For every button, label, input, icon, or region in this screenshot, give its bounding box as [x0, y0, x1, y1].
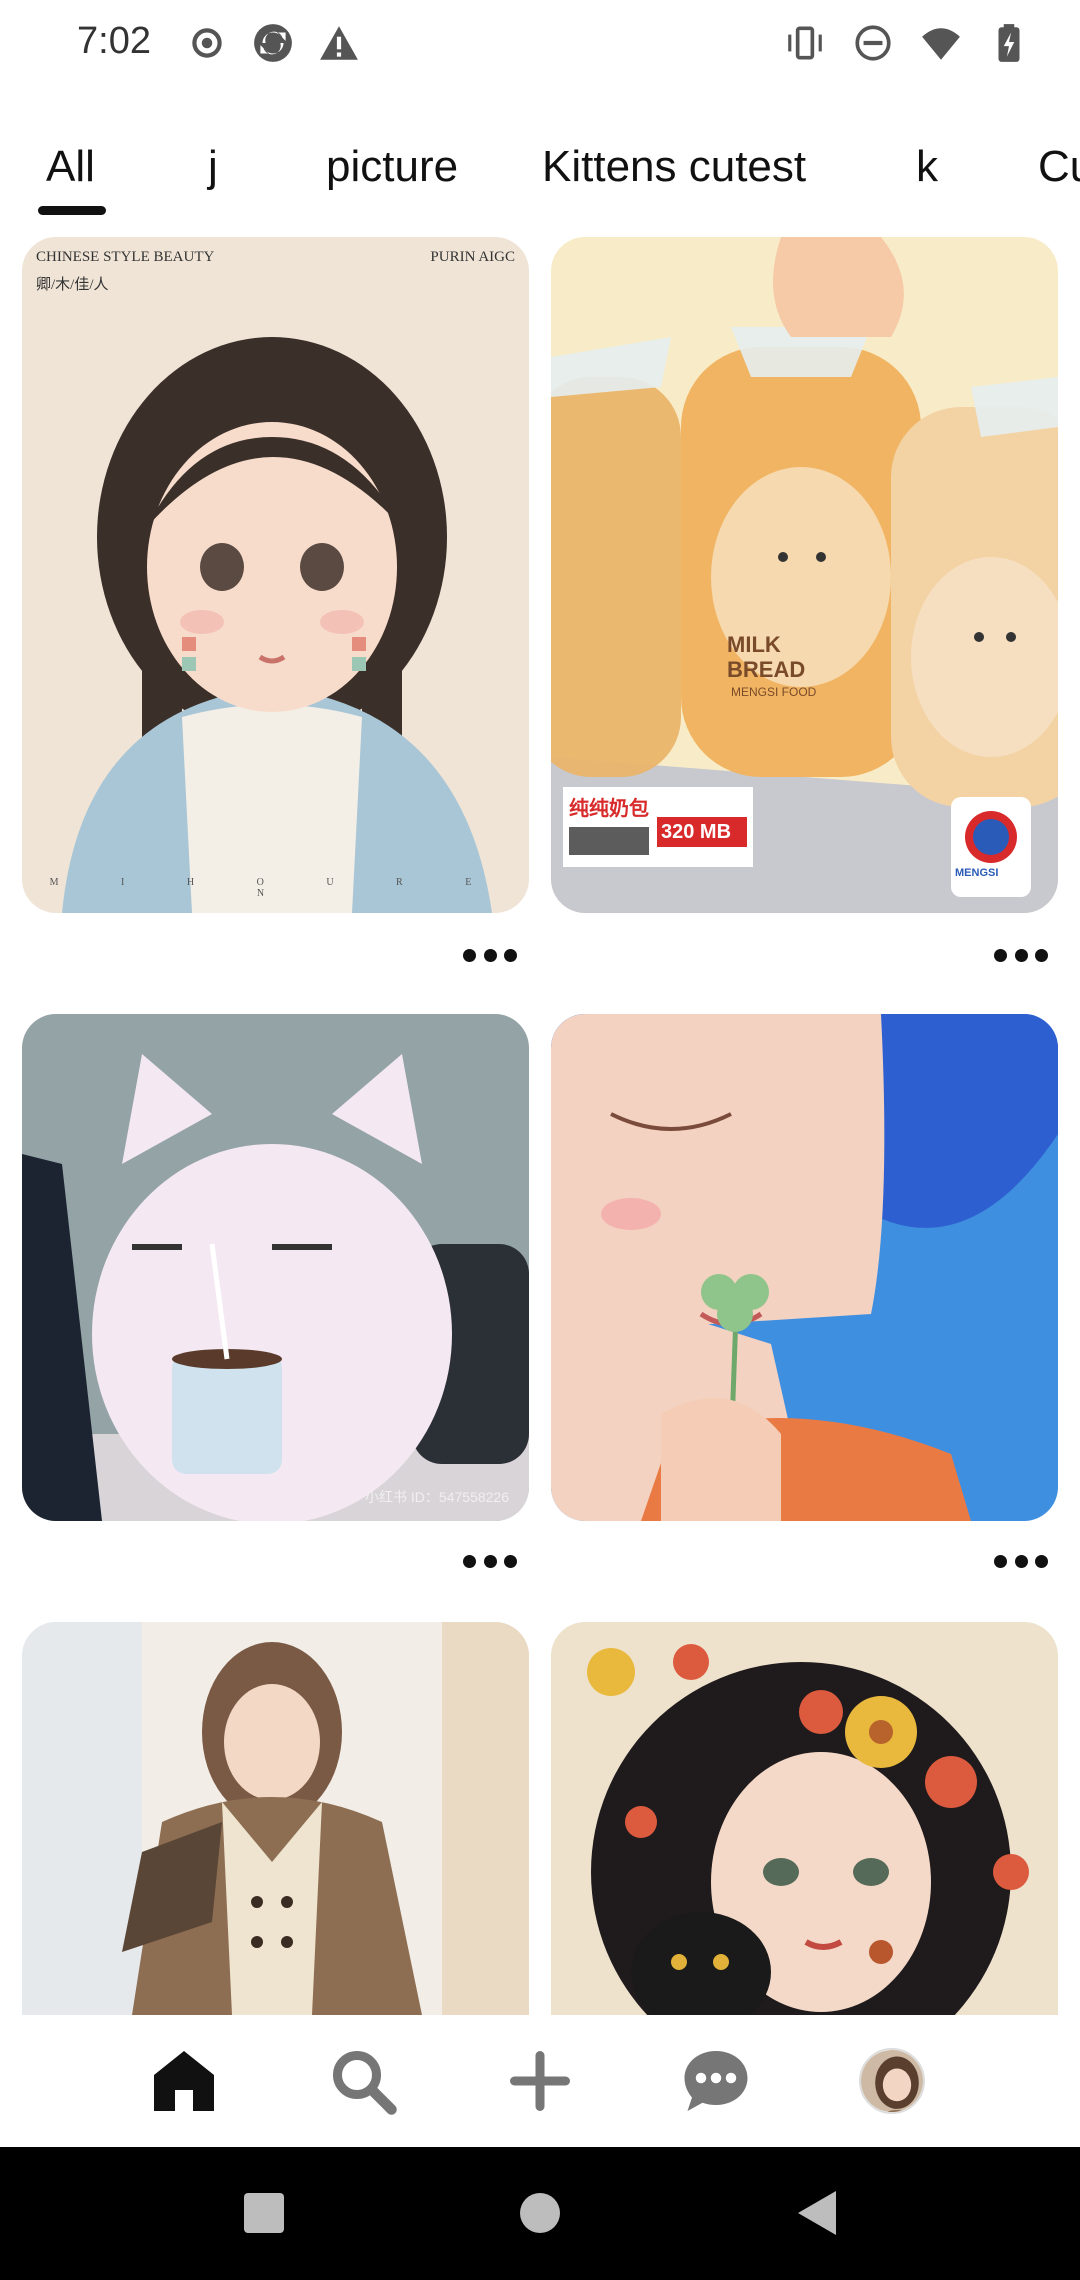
status-bar: 7:02: [0, 0, 1080, 88]
pin-image: [22, 1014, 529, 1521]
back-triangle-icon[interactable]: [790, 2185, 846, 2241]
home-icon: [154, 2051, 214, 2111]
pin-card-white-cat[interactable]: 小红书 ID：547558226: [22, 1014, 529, 1521]
nav-create[interactable]: [504, 2045, 576, 2117]
pin-footer-text: M I H O U R E N: [49, 877, 502, 899]
pin-image: [22, 237, 529, 913]
system-navigation-bar: [0, 2147, 1080, 2280]
pin-watermark: 小红书 ID：547558226: [365, 1489, 509, 1505]
pin-logo-text: MENGSI: [955, 867, 999, 879]
pin-card-flower-girl-cat[interactable]: [551, 1622, 1058, 2015]
pin-label-bread: BREAD: [727, 657, 806, 682]
more-options-icon[interactable]: [994, 945, 1048, 965]
vibrate-icon: [788, 26, 822, 60]
pin-label-maker: MENGSI FOOD: [731, 685, 817, 699]
tab-kittens-cutest[interactable]: Kittens cutest: [542, 142, 806, 192]
pin-subtitle-text: 卿/木/佳/人: [36, 277, 109, 293]
active-tab-indicator: [38, 206, 106, 215]
more-options-icon[interactable]: [463, 945, 517, 965]
pin-card-milk-bread[interactable]: MILK BREAD MENGSI FOOD 纯纯奶包 320 MB MENGS…: [551, 237, 1058, 913]
pin-card-blue-hair-girl[interactable]: [551, 1014, 1058, 1521]
pin-title-text: CHINESE STYLE BEAUTY: [36, 249, 215, 265]
nav-home[interactable]: [148, 2045, 220, 2117]
tab-k[interactable]: k: [916, 142, 938, 192]
pin-tag-size: 320 MB: [661, 821, 732, 843]
board-tabs: All j picture Kittens cutest k Cu: [0, 130, 1080, 220]
battery-icon: [998, 24, 1020, 62]
create-plus-icon: [510, 2051, 570, 2111]
pin-image: [22, 1622, 529, 2015]
bottom-nav-bar: [0, 2015, 1080, 2145]
tab-cu[interactable]: Cu: [1038, 142, 1080, 192]
nav-search[interactable]: [327, 2045, 399, 2117]
more-options-icon[interactable]: [994, 1551, 1048, 1571]
messages-icon: [684, 2051, 748, 2111]
record-icon: [192, 28, 222, 58]
warning-icon: [320, 26, 358, 60]
sync-app-icon: [254, 24, 292, 62]
search-icon: [333, 2051, 397, 2115]
pin-tag-cn: 纯纯奶包: [569, 798, 649, 820]
pin-image: [551, 1622, 1058, 2015]
pin-card-chinese-style-beauty[interactable]: CHINESE STYLE BEAUTY 卿/木/佳/人 PURIN AIGC …: [22, 237, 529, 913]
nav-profile[interactable]: [856, 2045, 928, 2117]
status-time: 7:02: [77, 20, 151, 62]
tab-all[interactable]: All: [46, 142, 95, 192]
pin-label-milk: MILK: [727, 632, 781, 657]
nav-messages[interactable]: [680, 2045, 752, 2117]
wifi-icon: [922, 28, 960, 60]
pin-card-girl-brown-cape[interactable]: [22, 1622, 529, 2015]
pin-brand-text: PURIN AIGC: [430, 249, 515, 265]
more-options-icon[interactable]: [463, 1551, 517, 1571]
tab-picture[interactable]: picture: [326, 142, 458, 192]
tab-j[interactable]: j: [208, 142, 218, 192]
pin-image: [551, 1014, 1058, 1521]
recents-square-icon[interactable]: [236, 2185, 292, 2241]
home-circle-icon[interactable]: [512, 2185, 568, 2241]
profile-avatar: [859, 2048, 925, 2114]
do-not-disturb-icon: [855, 25, 891, 61]
